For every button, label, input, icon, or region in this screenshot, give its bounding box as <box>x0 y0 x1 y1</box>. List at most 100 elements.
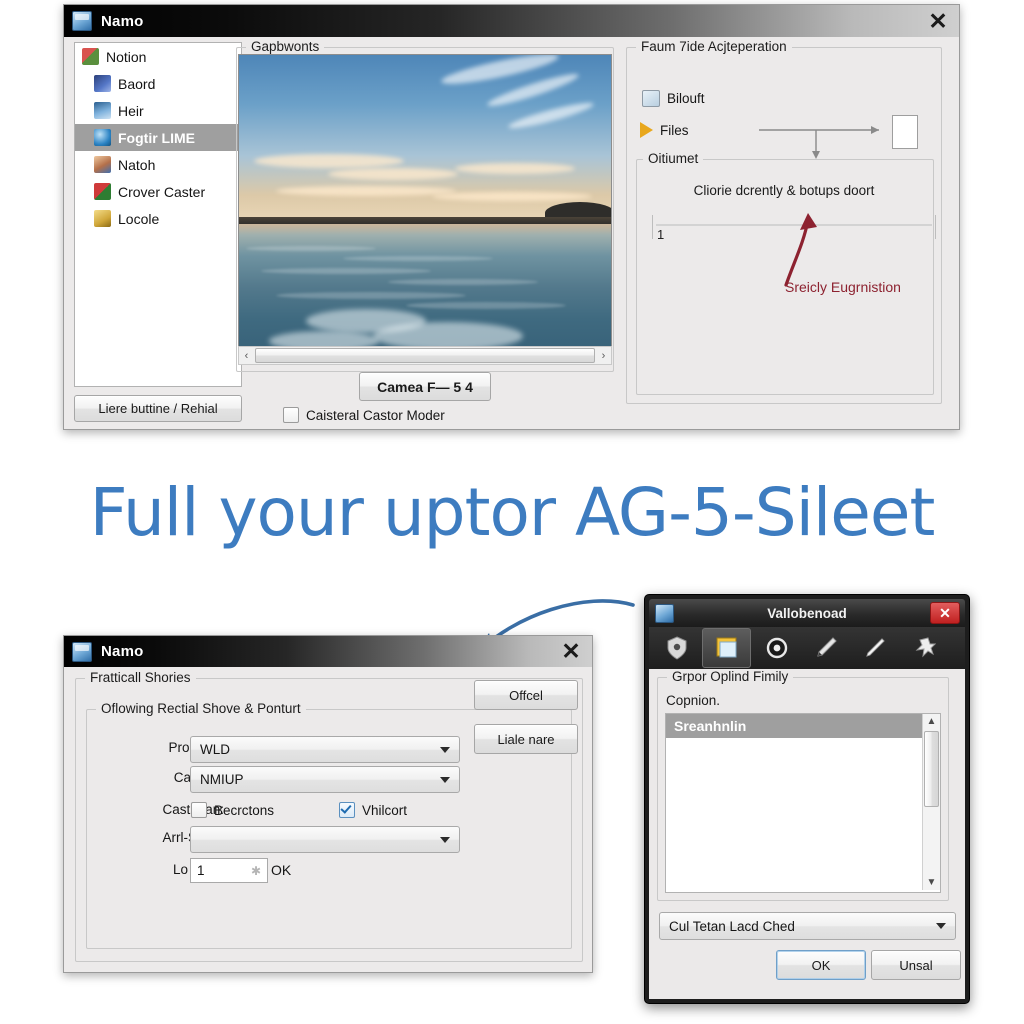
scroll-right-icon[interactable]: › <box>596 350 611 362</box>
app-icon <box>72 11 92 31</box>
files-row[interactable]: Files <box>640 122 689 138</box>
checkbox-window-icon <box>642 90 660 107</box>
close-icon[interactable]: ✕ <box>930 602 960 624</box>
sidebar-item-heir[interactable]: Heir <box>75 97 241 124</box>
checkbox-box[interactable] <box>191 802 207 818</box>
photo-ripple <box>406 301 567 309</box>
vscroll-thumb[interactable] <box>924 731 939 807</box>
books-icon <box>94 183 111 200</box>
top-window-titlebar[interactable]: Namo ✕ <box>64 5 959 37</box>
cansunt-combo[interactable]: NMIUP <box>190 766 460 793</box>
page-thumb-icon[interactable] <box>892 115 918 149</box>
br-vscrollbar[interactable]: ▲ ▼ <box>922 714 940 890</box>
photo-ripple <box>343 255 494 261</box>
app-icon <box>655 603 674 623</box>
outer-legend: Fratticall Shories <box>85 670 196 685</box>
list-item[interactable]: Sreanhnlin <box>666 714 940 738</box>
br-group-legend: Grpor Oplind Fimily <box>667 669 794 684</box>
bilouft-row[interactable]: Bilouft <box>642 90 705 107</box>
arrl-seart-combo[interactable] <box>190 826 460 853</box>
notion-icon <box>82 48 99 65</box>
photo-foam <box>268 331 379 346</box>
cansunt-value: NMIUP <box>200 772 244 787</box>
lo-dute-stepper[interactable]: 1 ✱ <box>190 858 268 883</box>
folder-icon <box>94 210 111 227</box>
slider-track[interactable] <box>656 224 932 226</box>
close-icon[interactable]: ✕ <box>925 8 951 34</box>
right-panel-legend: Faum 7ide Acjteperation <box>636 39 792 54</box>
sidebar-item-fogtir-lime[interactable]: Fogtir LIME <box>75 124 241 151</box>
lo-dute-value: 1 <box>197 863 205 878</box>
vhilcort-checkbox[interactable]: Vhilcort <box>339 802 407 818</box>
close-icon[interactable]: ✕ <box>558 639 584 665</box>
list-item-label: Sreanhnlin <box>674 718 747 734</box>
castor-mode-label: Caisteral Castor Moder <box>306 407 445 423</box>
sidebar-item-notion[interactable]: Notion <box>75 43 241 70</box>
sidebar-item-label: Baord <box>118 75 156 92</box>
right-panel-slider[interactable]: 1 <box>652 215 936 242</box>
proderte-combo[interactable]: WLD <box>190 736 460 763</box>
photo-ripple <box>387 278 538 285</box>
br-window-title: Vallobenoad <box>767 605 847 621</box>
chevron-down-icon <box>440 746 450 753</box>
notepad-icon[interactable] <box>702 628 751 668</box>
restore-button[interactable]: Liere buttine / Rehial <box>74 395 242 422</box>
bl-titlebar[interactable]: Namo ✕ <box>64 636 592 667</box>
sidebar-item-label: Natoh <box>118 156 156 173</box>
pen-icon[interactable] <box>802 629 849 667</box>
ok-button[interactable]: OK <box>776 950 866 980</box>
vhilcort-label: Vhilcort <box>362 802 408 818</box>
becrctons-label: Becrctons <box>214 802 275 818</box>
ok-label: OK <box>271 862 292 878</box>
sidebar-listbox[interactable]: Notion Baord Heir Fogtir LIME Natoh Crov… <box>74 42 242 387</box>
page-title: Full your uptor AG-5-Sileet <box>89 474 936 551</box>
br-combo-value: Cul Tetan Lacd Ched <box>669 918 795 934</box>
liale-nare-button[interactable]: Liale nare <box>474 724 578 754</box>
br-titlebar[interactable]: Vallobenoad ✕ <box>649 599 965 627</box>
slider-right-cap <box>935 215 936 239</box>
proderte-value: WLD <box>200 742 230 757</box>
photo-ripple <box>246 245 377 251</box>
cancel-button[interactable]: Unsal <box>871 950 961 980</box>
oitiumet-legend: Oitiumet <box>643 151 704 166</box>
br-sub-label: Copnion. <box>666 693 721 708</box>
castor-mode-checkbox[interactable]: Caisteral Castor Moder <box>283 407 445 423</box>
checkbox-box[interactable] <box>339 802 355 818</box>
scroll-up-icon[interactable]: ▲ <box>927 714 937 729</box>
chevron-down-icon <box>936 923 946 929</box>
files-label: Files <box>660 122 689 138</box>
sidebar-item-natoh[interactable]: Natoh <box>75 151 241 178</box>
offcel-button[interactable]: Offcel <box>474 680 578 710</box>
preview-image <box>238 54 612 347</box>
board-icon <box>94 75 111 92</box>
photo-cloud <box>432 191 593 201</box>
becrctons-checkbox[interactable]: Becrctons <box>191 802 274 818</box>
sidebar-item-label: Locole <box>118 210 160 227</box>
pin-star-icon[interactable] <box>900 629 947 667</box>
pencil-icon[interactable] <box>851 629 898 667</box>
checkbox-box[interactable] <box>283 407 299 423</box>
sidebar-item-label: Notion <box>106 48 147 65</box>
bilouft-label: Bilouft <box>667 91 705 106</box>
photo-cloud <box>253 153 404 168</box>
br-listbox[interactable]: Sreanhnlin <box>665 713 941 893</box>
hscroll-thumb[interactable] <box>255 348 595 363</box>
preview-hscrollbar[interactable]: ‹ › <box>238 346 612 365</box>
bottom-right-window: Vallobenoad ✕ Grpor Oplind Fimily Copnio… <box>644 594 970 1004</box>
scroll-down-icon[interactable]: ▼ <box>927 875 937 890</box>
shield-icon[interactable] <box>653 629 700 667</box>
photo-ripple <box>276 292 467 300</box>
chevron-down-icon <box>440 776 450 783</box>
br-combo[interactable]: Cul Tetan Lacd Ched <box>659 912 956 940</box>
target-eye-icon[interactable] <box>753 629 800 667</box>
scroll-left-icon[interactable]: ‹ <box>239 350 254 362</box>
spinner-icon[interactable]: ✱ <box>251 864 261 878</box>
camera-button[interactable]: Camea F— 5 4 <box>359 372 491 401</box>
sidebar-item-crover-caster[interactable]: Crover Caster <box>75 178 241 205</box>
app-icon <box>72 641 92 662</box>
sidebar-item-locole[interactable]: Locole <box>75 205 241 232</box>
sidebar-item-baord[interactable]: Baord <box>75 70 241 97</box>
slider-left-cap <box>652 215 653 239</box>
sidebar-item-label: Crover Caster <box>118 183 206 200</box>
play-triangle-icon <box>640 122 653 138</box>
